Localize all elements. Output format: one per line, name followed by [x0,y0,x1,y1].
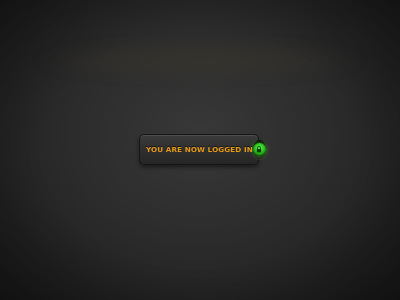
status-indicator [252,140,266,159]
login-status-text: YOU ARE NOW LOGGED IN [146,145,253,154]
login-status-pill: YOU ARE NOW LOGGED IN [139,134,266,165]
lock-icon [257,146,262,153]
status-led [252,143,266,156]
background-glow [30,40,370,80]
